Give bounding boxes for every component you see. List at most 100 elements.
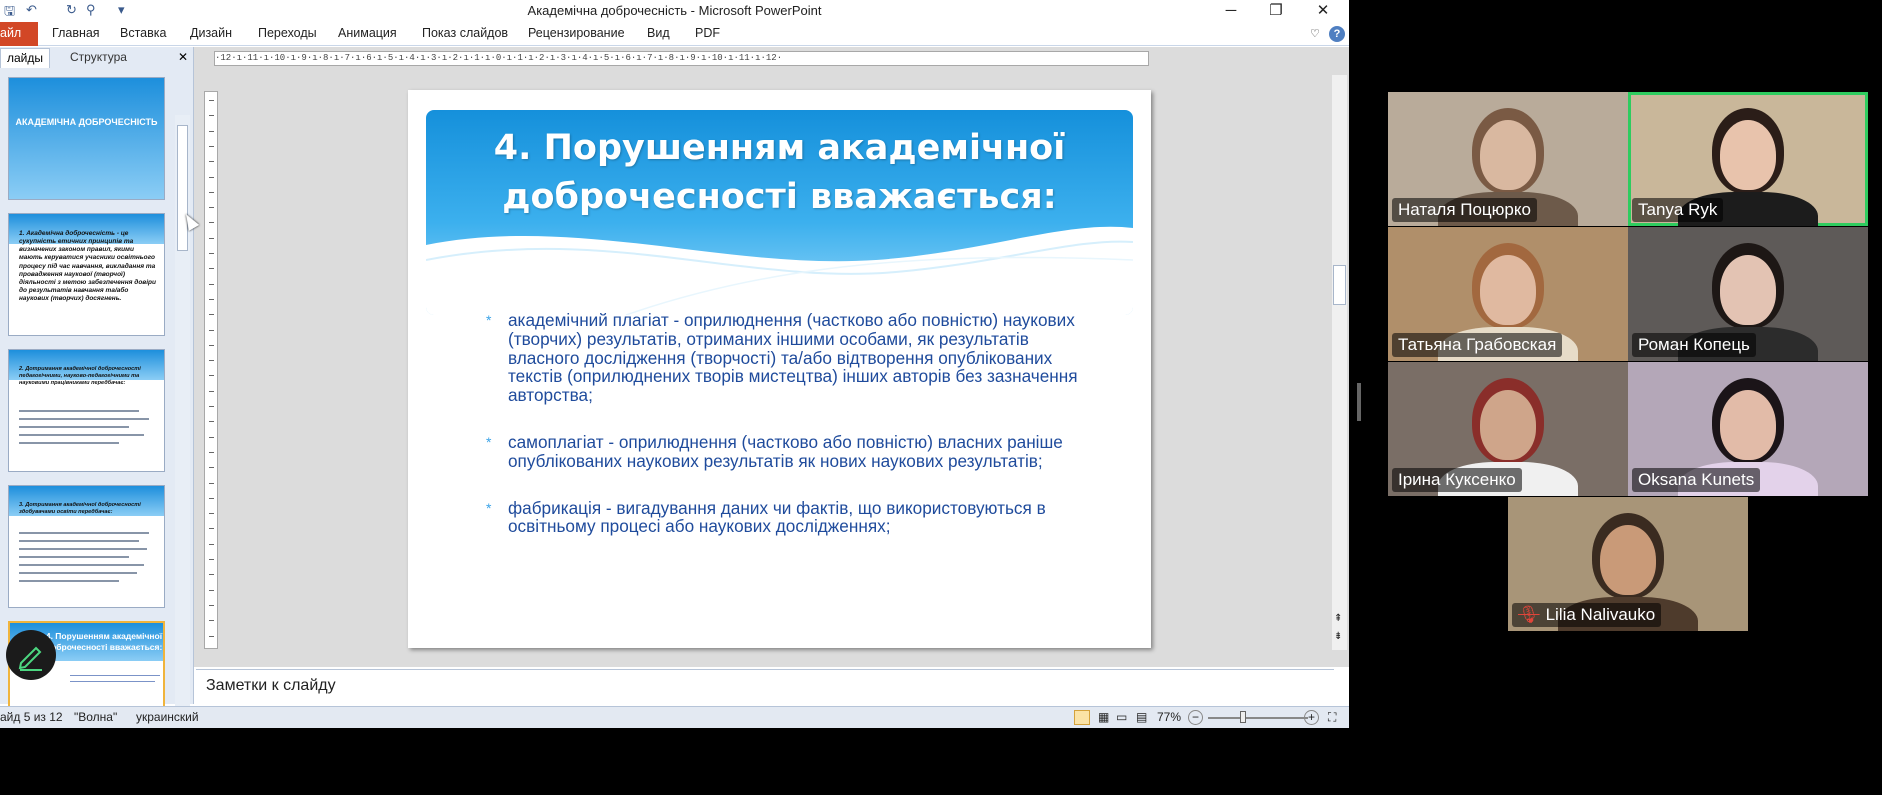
slide-title-line: доброчесності вважається:: [502, 177, 1057, 217]
zoom-slider[interactable]: [1208, 717, 1308, 719]
tab-slides[interactable]: лайды: [0, 48, 51, 68]
scroll-thumb[interactable]: [1333, 265, 1346, 305]
tab-design[interactable]: Дизайн: [190, 26, 232, 40]
annotate-button[interactable]: [6, 630, 56, 680]
reading-view-icon[interactable]: ▭: [1116, 710, 1127, 724]
minimize-button[interactable]: ─: [1211, 0, 1251, 22]
thumb-line: [19, 572, 137, 574]
ruler-tick: [209, 635, 214, 637]
participant-name-text: Татьяна Грабовская: [1398, 335, 1557, 354]
ruler-tick: [209, 482, 214, 484]
thumb-line: [19, 532, 149, 534]
participant-name-text: Lilia Nalivauko: [1545, 605, 1656, 624]
close-pane-icon[interactable]: ✕: [172, 48, 194, 68]
ruler-tick: [209, 497, 214, 499]
slide-thumbnail[interactable]: 1. Академічна доброчесність - це сукупні…: [8, 213, 165, 336]
ruler-tick: [209, 268, 214, 270]
window-title: Академічна доброчесність - Microsoft Pow…: [527, 3, 822, 18]
slide-thumbnail[interactable]: 2. Дотримання академічної доброчесності …: [8, 349, 165, 472]
tab-slideshow[interactable]: Показ слайдов: [422, 26, 508, 40]
editor-scrollbar[interactable]: ⇞ ⇟: [1332, 75, 1347, 650]
ruler-tick: [209, 543, 214, 545]
thumb-text: 3. Дотримання академічної доброчесності …: [19, 502, 141, 515]
close-button[interactable]: ✕: [1303, 0, 1343, 22]
bullet-item: * фабрикація - вигадування даних чи факт…: [486, 497, 1086, 537]
tab-insert[interactable]: Вставка: [120, 26, 166, 40]
participant-face: [1480, 390, 1536, 460]
participant-tile[interactable]: 🎙 Lilia Nalivauko: [1508, 497, 1748, 631]
zoom-out-button[interactable]: −: [1188, 710, 1203, 725]
zoom-level[interactable]: 77%: [1157, 710, 1181, 724]
participant-tile[interactable]: Ірина Куксенко: [1388, 362, 1628, 496]
participant-tile[interactable]: Oksana Kunets: [1628, 362, 1868, 496]
prev-slide-icon[interactable]: ⇞: [1334, 613, 1342, 624]
ribbon-collapse-icon[interactable]: ♡: [1310, 27, 1320, 40]
notes-placeholder: Заметки к слайду: [206, 677, 336, 694]
scroll-thumb[interactable]: [177, 125, 188, 251]
horizontal-ruler: ·12·ı·11·ı·10·ı·9·ı·8·ı·7·ı·6·ı·5·ı·4·ı·…: [214, 51, 1149, 66]
participant-face: [1480, 120, 1536, 190]
ruler-tick: [209, 589, 214, 591]
tab-outline[interactable]: Структура: [64, 48, 133, 68]
ruler-tick: [209, 375, 214, 377]
notes-pane[interactable]: Заметки к слайду: [196, 669, 1334, 704]
fit-slide-icon[interactable]: ⛶: [1328, 710, 1336, 725]
tab-review[interactable]: Рецензирование: [528, 26, 625, 40]
bullet-text: самоплагіат - оприлюднення (частково або…: [508, 431, 1063, 471]
zoom-in-button[interactable]: +: [1304, 710, 1319, 725]
participant-name: Tanya Ryk: [1632, 198, 1724, 222]
powerpoint-window: 🖫 ↶ ↻ ⚲ ▾ Академічна доброчесність - Mic…: [0, 0, 1349, 728]
slide-sorter-icon[interactable]: ▦: [1098, 710, 1109, 724]
bullet-marker-icon: *: [486, 499, 492, 516]
thumb-title: 4. Порушенням академічної доброчесності …: [45, 631, 163, 652]
participant-face: [1480, 255, 1536, 325]
participant-face: [1720, 120, 1776, 190]
tab-pdf[interactable]: PDF: [695, 26, 720, 40]
thumb-text: 2. Дотримання академічної доброчесності …: [19, 366, 141, 386]
panel-resize-handle[interactable]: [1357, 383, 1361, 421]
ruler-tick: [209, 467, 214, 469]
slide-title[interactable]: 4. Порушенням академічної доброчесності …: [426, 124, 1133, 222]
tab-animation[interactable]: Анимация: [338, 26, 397, 40]
bullet-item: * академічний плагіат - оприлюднення (ча…: [486, 311, 1086, 405]
ruler-tick: [209, 390, 214, 392]
slideshow-view-icon[interactable]: ▤: [1136, 710, 1147, 724]
restore-button[interactable]: ❐: [1256, 0, 1296, 22]
slides-scrollbar[interactable]: [175, 115, 190, 728]
tab-transitions[interactable]: Переходы: [258, 26, 317, 40]
thumb-line: [19, 556, 129, 558]
pencil-icon: [18, 646, 42, 671]
language-indicator[interactable]: украинский: [136, 710, 199, 724]
participant-name-text: Ірина Куксенко: [1398, 470, 1516, 489]
slide-body[interactable]: * академічний плагіат - оприлюднення (ча…: [486, 311, 1086, 564]
participant-name: Роман Копець: [1632, 333, 1756, 357]
slide-title-line: 4. Порушенням академічної: [493, 128, 1066, 168]
participant-tile[interactable]: Татьяна Грабовская: [1388, 227, 1628, 361]
bullet-item: * самоплагіат - оприлюднення (частково а…: [486, 433, 1086, 471]
thumb-line: [19, 564, 144, 566]
ruler-tick: [209, 604, 214, 606]
bullet-text: фабрикація - вигадування даних чи фактів…: [508, 497, 1046, 537]
participant-tile[interactable]: Tanya Ryk: [1628, 92, 1868, 226]
slide-thumbnail[interactable]: 3. Дотримання академічної доброчесності …: [8, 485, 165, 608]
zoom-slider-handle[interactable]: [1240, 711, 1246, 723]
participant-tile[interactable]: Роман Копець: [1628, 227, 1868, 361]
ruler-tick: [209, 283, 214, 285]
next-slide-icon[interactable]: ⇟: [1334, 631, 1342, 642]
normal-view-icon[interactable]: [1074, 710, 1090, 725]
vertical-ruler: [204, 91, 218, 649]
slide-counter: айд 5 из 12: [0, 710, 63, 724]
ruler-tick: [209, 436, 214, 438]
participant-name: Ірина Куксенко: [1392, 468, 1522, 492]
tab-file[interactable]: айл: [0, 22, 38, 46]
current-slide[interactable]: 4. Порушенням академічної доброчесності …: [408, 90, 1151, 648]
help-icon[interactable]: ?: [1329, 26, 1345, 42]
participant-tile[interactable]: Наталя Поцюрко: [1388, 92, 1628, 226]
slide-thumbnail[interactable]: АКАДЕМІЧНА ДОБРОЧЕСНІСТЬ: [8, 77, 165, 200]
ruler-tick: [209, 451, 214, 453]
ruler-tick: [209, 237, 214, 239]
tab-view[interactable]: Вид: [647, 26, 670, 40]
ruler-tick: [209, 130, 214, 132]
tab-home[interactable]: Главная: [52, 26, 100, 40]
participant-name-text: Tanya Ryk: [1638, 200, 1718, 219]
